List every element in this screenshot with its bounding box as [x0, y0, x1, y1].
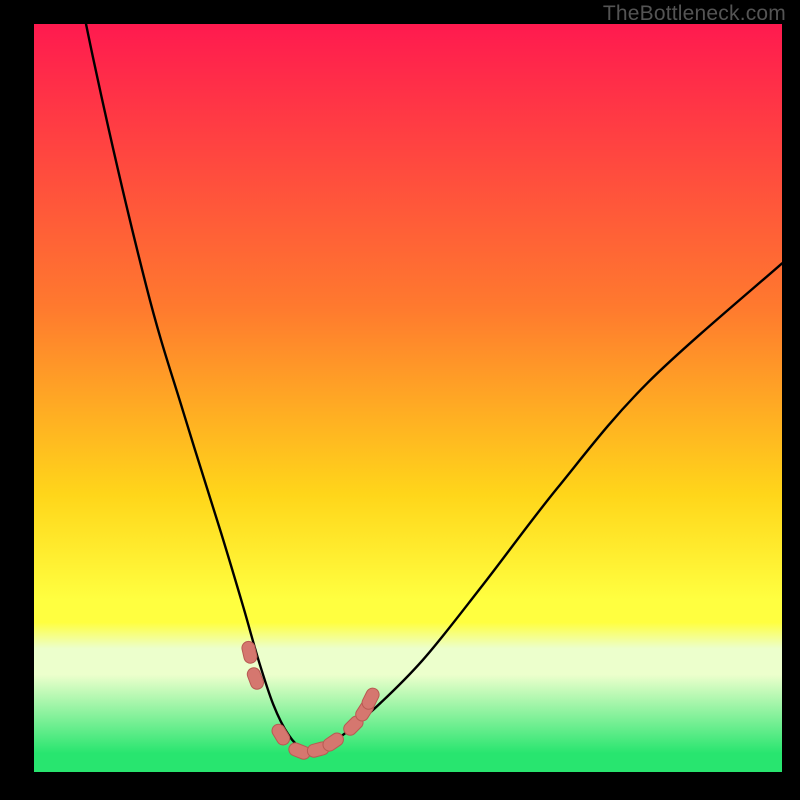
curve-marker	[270, 722, 293, 748]
plot-area	[34, 24, 782, 772]
bottleneck-curve	[34, 24, 782, 772]
outer-frame: TheBottleneck.com	[0, 0, 800, 800]
watermark-text: TheBottleneck.com	[603, 2, 786, 26]
curve-marker	[241, 640, 259, 664]
